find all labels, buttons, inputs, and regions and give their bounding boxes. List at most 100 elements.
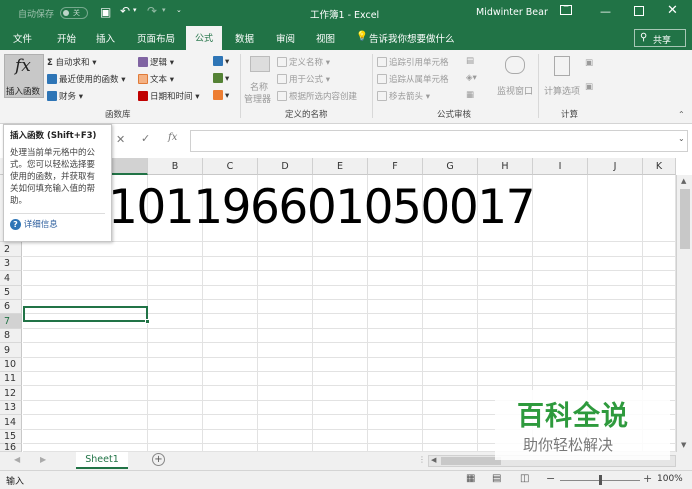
vertical-scroll-thumb[interactable] — [680, 189, 690, 249]
page-break-view-icon[interactable]: ◫ — [520, 473, 529, 484]
cancel-icon[interactable]: ✕ — [116, 133, 125, 146]
undo-dropdown-icon[interactable]: ▾ — [133, 6, 137, 14]
row-header-14[interactable]: 14 — [0, 415, 22, 430]
calc-now-icon[interactable]: ▣ — [585, 58, 593, 68]
tab-page-layout[interactable]: 页面布局 — [137, 31, 175, 45]
trace-dependents-button[interactable]: 追踪从属单元格 — [377, 73, 449, 85]
prev-sheet-icon[interactable]: ◀ — [14, 455, 20, 464]
use-in-formula-button[interactable]: 用于公式 ▾ — [277, 73, 330, 85]
scroll-down-icon[interactable]: ▼ — [681, 441, 686, 449]
column-header-e[interactable]: E — [313, 158, 368, 175]
row-header-2[interactable]: 2 — [0, 242, 22, 257]
column-header-h[interactable]: H — [478, 158, 533, 175]
column-header-c[interactable]: C — [203, 158, 258, 175]
sheet-splitter-icon[interactable]: ⋮ — [418, 455, 426, 464]
calc-options-button[interactable]: 计算选项 — [542, 54, 582, 104]
insert-function-button[interactable]: fx 插入函数 — [4, 54, 44, 98]
redo-icon[interactable]: ↷ — [147, 4, 157, 18]
financial-label: 财务 — [59, 92, 77, 102]
evaluate-formula-icon[interactable]: ▦ — [466, 90, 474, 100]
tell-me-search[interactable]: 告诉我你想要做什么 — [369, 31, 455, 45]
zoom-out-icon[interactable]: − — [546, 472, 555, 485]
tab-data[interactable]: 数据 — [235, 31, 254, 45]
logical-button[interactable]: 逻辑 ▾ — [138, 56, 174, 68]
column-header-g[interactable]: G — [423, 158, 478, 175]
expand-formula-bar-icon[interactable]: ⌄ — [678, 134, 685, 143]
zoom-slider-thumb[interactable] — [599, 475, 602, 485]
user-name[interactable]: Midwinter Bear — [476, 7, 548, 18]
row-header-7[interactable]: 7 — [0, 314, 22, 329]
financial-button[interactable]: 财务 ▾ — [47, 90, 83, 102]
vertical-scrollbar[interactable]: ▲ ▼ — [676, 175, 692, 452]
formula-input[interactable] — [190, 130, 688, 152]
row-header-12[interactable]: 12 — [0, 386, 22, 401]
enter-icon[interactable]: ✓ — [141, 132, 150, 145]
minimize-icon[interactable]: — — [600, 5, 611, 18]
calculator-icon — [554, 56, 570, 76]
row-header-9[interactable]: 9 — [0, 343, 22, 358]
share-button[interactable]: ⚲ 共享 — [634, 29, 686, 47]
row-header-10[interactable]: 10 — [0, 358, 22, 372]
row-header-16[interactable]: 16 — [0, 443, 22, 452]
lookup-button[interactable]: ▾ — [213, 56, 229, 67]
column-header-b[interactable]: B — [148, 158, 203, 175]
tab-review[interactable]: 审阅 — [276, 31, 295, 45]
show-formulas-icon[interactable]: ▤ — [466, 56, 474, 66]
tab-home[interactable]: 开始 — [57, 31, 76, 45]
row-header-13[interactable]: 13 — [0, 401, 22, 415]
create-from-selection-button[interactable]: 根据所选内容创建 — [277, 90, 357, 102]
name-manager-button[interactable]: 名称 管理器 — [244, 54, 276, 105]
tab-file[interactable]: 文件 — [13, 31, 32, 45]
row-header-11[interactable]: 11 — [0, 372, 22, 386]
close-icon[interactable]: ✕ — [667, 3, 678, 18]
tab-view[interactable]: 视图 — [316, 31, 335, 45]
column-header-j[interactable]: J — [588, 158, 643, 175]
save-icon[interactable]: ▣ — [100, 5, 111, 19]
remove-arrows-button[interactable]: 移去箭头 ▾ — [377, 90, 430, 102]
sheet-tab-sheet1[interactable]: Sheet1 — [76, 452, 128, 469]
tab-formulas[interactable]: 公式 — [186, 26, 222, 50]
row-header-4[interactable]: 4 — [0, 271, 22, 286]
tab-insert[interactable]: 插入 — [96, 31, 115, 45]
datetime-button[interactable]: 日期和时间 ▾ — [138, 90, 199, 102]
row-header-6[interactable]: 6 — [0, 300, 22, 314]
math-button[interactable]: ▾ — [213, 73, 229, 84]
autosave-toggle[interactable]: 关 — [60, 7, 88, 19]
autosum-button[interactable]: Σ 自动求和 ▾ — [47, 56, 97, 68]
fx-button[interactable]: fx — [168, 132, 177, 143]
error-checking-icon[interactable]: ◈▾ — [466, 73, 477, 83]
watch-window-button[interactable]: 监视窗口 — [495, 54, 535, 104]
horizontal-scroll-thumb[interactable] — [441, 457, 501, 465]
undo-icon[interactable]: ↶ — [120, 4, 130, 18]
scroll-up-icon[interactable]: ▲ — [681, 177, 686, 185]
calc-sheet-icon[interactable]: ▣ — [585, 82, 593, 92]
column-header-k[interactable]: K — [643, 158, 676, 175]
add-sheet-icon[interactable]: + — [152, 453, 165, 466]
more-functions-button[interactable]: ▾ — [213, 90, 229, 101]
row-header-5[interactable]: 5 — [0, 286, 22, 300]
ribbon-display-options-icon[interactable]: ▔ — [560, 5, 572, 15]
trace-precedents-button[interactable]: 追踪引用单元格 — [377, 56, 449, 68]
collapse-ribbon-icon[interactable]: ⌃ — [678, 110, 685, 119]
fill-handle[interactable] — [145, 319, 150, 324]
more-info-link[interactable]: ? 详细信息 — [10, 213, 105, 230]
next-sheet-icon[interactable]: ▶ — [40, 455, 46, 464]
text-button[interactable]: 文本 ▾ — [138, 73, 174, 85]
zoom-level[interactable]: 100% — [657, 474, 683, 484]
column-header-i[interactable]: I — [533, 158, 588, 175]
recent-functions-button[interactable]: 最近使用的函数 ▾ — [47, 73, 125, 85]
normal-view-icon[interactable]: ▦ — [466, 473, 475, 484]
row-header-8[interactable]: 8 — [0, 329, 22, 343]
column-header-d[interactable]: D — [258, 158, 313, 175]
row-gridline — [23, 342, 676, 343]
active-cell-selection[interactable] — [23, 306, 148, 322]
maximize-icon[interactable] — [634, 6, 644, 16]
scroll-left-icon[interactable]: ◀ — [431, 456, 436, 464]
define-name-button[interactable]: 定义名称 ▾ — [277, 56, 330, 68]
customize-qat-icon[interactable]: ⌄ — [176, 6, 182, 14]
redo-dropdown-icon[interactable]: ▾ — [162, 6, 166, 14]
page-layout-view-icon[interactable]: ▤ — [492, 473, 501, 484]
column-header-f[interactable]: F — [368, 158, 423, 175]
row-header-3[interactable]: 3 — [0, 257, 22, 271]
zoom-in-icon[interactable]: + — [643, 472, 652, 485]
